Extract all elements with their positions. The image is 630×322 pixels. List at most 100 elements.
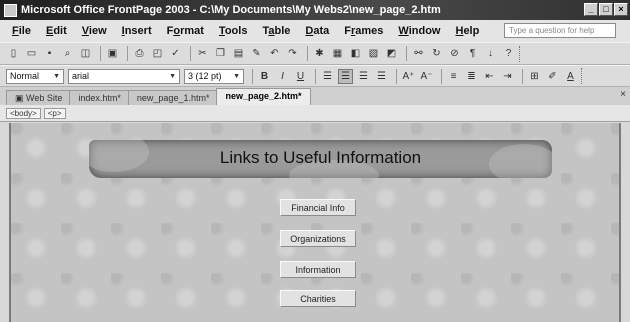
format-painter-icon[interactable]: ✎: [249, 46, 264, 61]
menu-file[interactable]: File: [12, 25, 31, 37]
print-icon[interactable]: ⎙: [132, 46, 147, 61]
window-title: Microsoft Office FrontPage 2003 - C:\My …: [21, 4, 441, 16]
align-left-icon[interactable]: ☰: [320, 69, 335, 84]
menu-frames[interactable]: Frames: [344, 25, 383, 37]
page-title: Links to Useful Information: [219, 148, 422, 167]
spelling-icon[interactable]: ✓: [168, 46, 183, 61]
menu-data[interactable]: Data: [305, 25, 329, 37]
menu-format[interactable]: Format: [167, 25, 204, 37]
increase-indent-icon[interactable]: ⇥: [500, 69, 515, 84]
drawing-icon[interactable]: ◩: [384, 46, 399, 61]
toolbar-separator: [315, 68, 316, 84]
highlight-icon[interactable]: ✐: [545, 69, 560, 84]
save-icon[interactable]: ▪: [42, 46, 57, 61]
link-button-organizations[interactable]: Organizations: [280, 230, 356, 247]
stop-icon[interactable]: ⊘: [447, 46, 462, 61]
toolbar-separator: [127, 46, 128, 61]
search-icon[interactable]: ⌕: [60, 46, 75, 61]
toolbar-separator: [307, 46, 308, 61]
menu-tools[interactable]: Tools: [219, 25, 248, 37]
title-bar: Microsoft Office FrontPage 2003 - C:\My …: [0, 0, 630, 20]
tab-label: Web Site: [26, 93, 63, 103]
minimize-button[interactable]: _: [584, 3, 598, 16]
undo-icon[interactable]: ↶: [267, 46, 282, 61]
insert-layer-icon[interactable]: ◧: [348, 46, 363, 61]
formatting-toolbar: Normal ▼ arial ▼ 3 (12 pt) ▼ B I U ☰ ☰ ☰ ☰ …: [0, 65, 630, 87]
menu-table[interactable]: Table: [262, 25, 290, 37]
toolbar-separator: [406, 46, 407, 61]
maximize-button[interactable]: □: [599, 3, 613, 16]
link-button-information[interactable]: Information: [280, 261, 356, 278]
quick-tag-selector: <body> <p>: [0, 105, 630, 122]
underline-button[interactable]: U: [293, 69, 308, 84]
toggle-pane-icon[interactable]: ▣: [105, 46, 120, 61]
justify-icon[interactable]: ☰: [374, 69, 389, 84]
copy-icon[interactable]: ❐: [213, 46, 228, 61]
toolbar-separator: [252, 68, 253, 84]
web-component-icon[interactable]: ✱: [312, 46, 327, 61]
menu-edit[interactable]: Edit: [46, 25, 67, 37]
code-icon[interactable]: ↓: [483, 46, 498, 61]
font-value: arial: [72, 71, 90, 81]
decrease-indent-icon[interactable]: ⇤: [482, 69, 497, 84]
close-tab-icon[interactable]: ×: [620, 89, 626, 100]
insert-picture-icon[interactable]: ▧: [366, 46, 381, 61]
style-dropdown[interactable]: Normal ▼: [6, 68, 64, 84]
toolbar-separator: [100, 46, 101, 61]
menu-bar: File Edit View Insert Format Tools Table…: [0, 20, 630, 42]
menu-window[interactable]: Window: [398, 25, 440, 37]
increase-font-icon[interactable]: A⁺: [401, 69, 416, 84]
hyperlink-icon[interactable]: ⚯: [411, 46, 426, 61]
open-icon[interactable]: ▭: [24, 46, 39, 61]
tab-index[interactable]: index.htm*: [69, 90, 130, 105]
menu-help[interactable]: Help: [455, 25, 479, 37]
align-center-icon[interactable]: ☰: [338, 68, 353, 84]
chevron-down-icon: ▼: [233, 72, 240, 80]
show-all-icon[interactable]: ¶: [465, 46, 480, 61]
help-icon[interactable]: ?: [501, 46, 516, 61]
paste-icon[interactable]: ▤: [231, 46, 246, 61]
style-value: Normal: [10, 71, 40, 81]
font-size-dropdown[interactable]: 3 (12 pt) ▼: [184, 68, 244, 84]
bullets-icon[interactable]: ≣: [464, 69, 479, 84]
preview-icon[interactable]: ◰: [150, 46, 165, 61]
redo-icon[interactable]: ↷: [285, 46, 300, 61]
tag-body[interactable]: <body>: [6, 107, 41, 119]
insert-table-icon[interactable]: ▦: [330, 46, 345, 61]
standard-toolbar: ▯ ▭ ▪ ⌕ ◫ ▣ ⎙ ◰ ✓ ✂ ❐ ▤ ✎ ↶ ↷ ✱ ▦ ◧ ▧ ◩ …: [0, 42, 630, 65]
font-color-icon[interactable]: A: [563, 69, 578, 84]
chevron-down-icon: ▼: [169, 72, 176, 80]
close-button[interactable]: ×: [614, 3, 628, 16]
tab-new-page-1[interactable]: new_page_1.htm*: [127, 90, 219, 105]
align-right-icon[interactable]: ☰: [356, 69, 371, 84]
toolbar-options-icon[interactable]: [519, 45, 522, 62]
menu-insert[interactable]: Insert: [122, 25, 152, 37]
menu-view[interactable]: View: [82, 25, 107, 37]
toolbar-separator: [190, 46, 191, 61]
link-button-charities[interactable]: Charities: [280, 290, 356, 307]
font-size-value: 3 (12 pt): [188, 71, 222, 81]
tag-p[interactable]: <p>: [43, 107, 66, 119]
toolbar-options-icon[interactable]: [581, 68, 584, 84]
tab-web-site[interactable]: ▣ Web Site: [6, 90, 72, 105]
italic-button[interactable]: I: [275, 69, 290, 84]
bold-button[interactable]: B: [257, 69, 272, 84]
numbering-icon[interactable]: ≡: [446, 69, 461, 84]
borders-icon[interactable]: ⊞: [527, 69, 542, 84]
refresh-icon[interactable]: ↻: [429, 46, 444, 61]
link-button-financial-info[interactable]: Financial Info: [280, 199, 356, 216]
toolbar-separator: [441, 68, 442, 84]
web-site-icon: ▣: [15, 93, 27, 103]
publish-icon[interactable]: ◫: [78, 46, 93, 61]
frontpage-app-icon[interactable]: [4, 3, 17, 17]
new-page-icon[interactable]: ▯: [6, 46, 21, 61]
decrease-font-icon[interactable]: A⁻: [419, 69, 434, 84]
window-controls: _ □ ×: [584, 3, 628, 16]
page-banner: Links to Useful Information: [89, 140, 552, 178]
toolbar-separator: [396, 68, 397, 84]
ask-question-input[interactable]: Type a question for help: [504, 23, 616, 38]
tab-new-page-2[interactable]: new_page_2.htm*: [216, 88, 311, 105]
font-dropdown[interactable]: arial ▼: [68, 68, 180, 84]
cut-icon[interactable]: ✂: [195, 46, 210, 61]
page-canvas[interactable]: Links to Useful Information Financial In…: [9, 123, 621, 322]
